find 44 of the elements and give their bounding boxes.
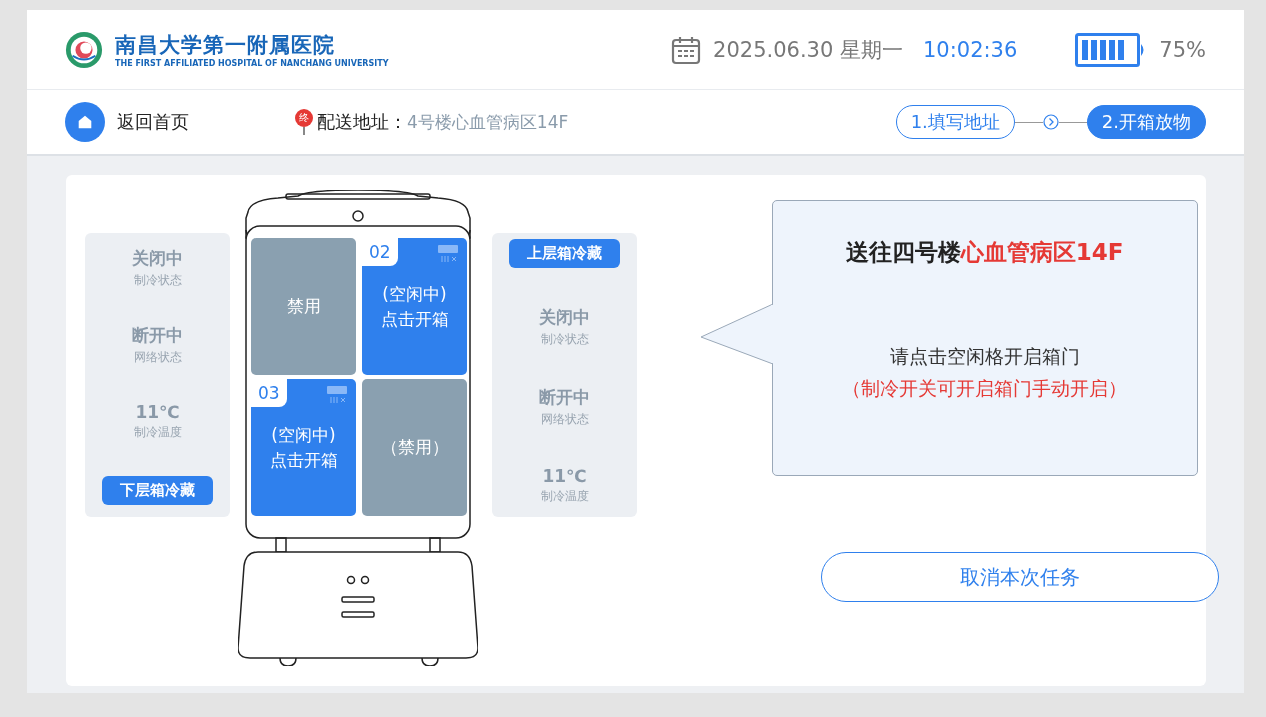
clock-text: 10:02:36: [923, 37, 1018, 62]
compartment-button[interactable]: 02 (空闲中) 点击开箱: [362, 238, 467, 375]
stat-value: 11℃: [542, 466, 587, 486]
compartment-number: 03: [251, 379, 287, 408]
stat-value: 关闭中: [132, 247, 183, 270]
stat-label: 网络状态: [133, 349, 182, 367]
stat-value: 11℃: [135, 401, 180, 422]
compartment-status: (空闲中): [271, 423, 336, 447]
compartment-button[interactable]: 03 (空闲中) 点击开箱: [251, 379, 356, 516]
home-icon: [65, 102, 105, 142]
hospital-logo-icon: [65, 30, 103, 69]
compartment-action: 点击开箱: [380, 307, 449, 331]
stat-value: 关闭中: [539, 306, 590, 329]
date-text: 2025.06.30 星期一: [713, 36, 903, 64]
stat-value: 断开中: [132, 324, 183, 348]
air-conditioner-icon: [437, 244, 459, 264]
upper-box-cooling-button[interactable]: 上层箱冷藏: [509, 239, 620, 268]
home-button[interactable]: 返回首页: [65, 102, 189, 142]
stat-label: 网络状态: [540, 411, 589, 428]
stat-label: 制冷状态: [540, 331, 589, 348]
cancel-task-button[interactable]: 取消本次任务: [821, 552, 1219, 602]
stat-label: 制冷温度: [540, 488, 589, 505]
compartment-number: 02: [362, 238, 398, 267]
hospital-name-english: THE FIRST AFFILIATED HOSPITAL OF NANCHANG UNIVERSITY: [115, 59, 389, 68]
compartment-action: 点击开箱: [269, 448, 338, 472]
compartment-status: 禁用: [286, 295, 321, 319]
air-conditioner-icon: [326, 385, 348, 405]
stat-label: 制冷温度: [133, 423, 182, 441]
compartment-status: （禁用）: [380, 436, 449, 460]
chevron-right-icon: [1042, 114, 1059, 130]
stat-label: 制冷状态: [133, 272, 182, 289]
cooling-note: （制冷开关可开启箱门手动开启）: [842, 376, 1127, 401]
instruction-text: 请点击空闲格开启箱门: [889, 344, 1080, 369]
step-tab[interactable]: 2.开箱放物: [1086, 105, 1206, 139]
address-label: 配送地址：: [317, 110, 407, 134]
lower-box-cooling-button[interactable]: 下层箱冷藏: [102, 476, 213, 505]
compartment-status: (空闲中): [382, 282, 447, 306]
stat-value: 断开中: [539, 386, 590, 409]
step-tab[interactable]: 1.填写地址: [895, 105, 1015, 139]
destination-title: 送往四号楼心血管病区14F: [845, 238, 1124, 267]
battery-percent: 75%: [1159, 37, 1206, 62]
calendar-icon: [671, 34, 702, 65]
hospital-name: 南昌大学第一附属医院: [115, 32, 336, 59]
address-value: 4号楼心血管病区14F: [407, 110, 569, 134]
